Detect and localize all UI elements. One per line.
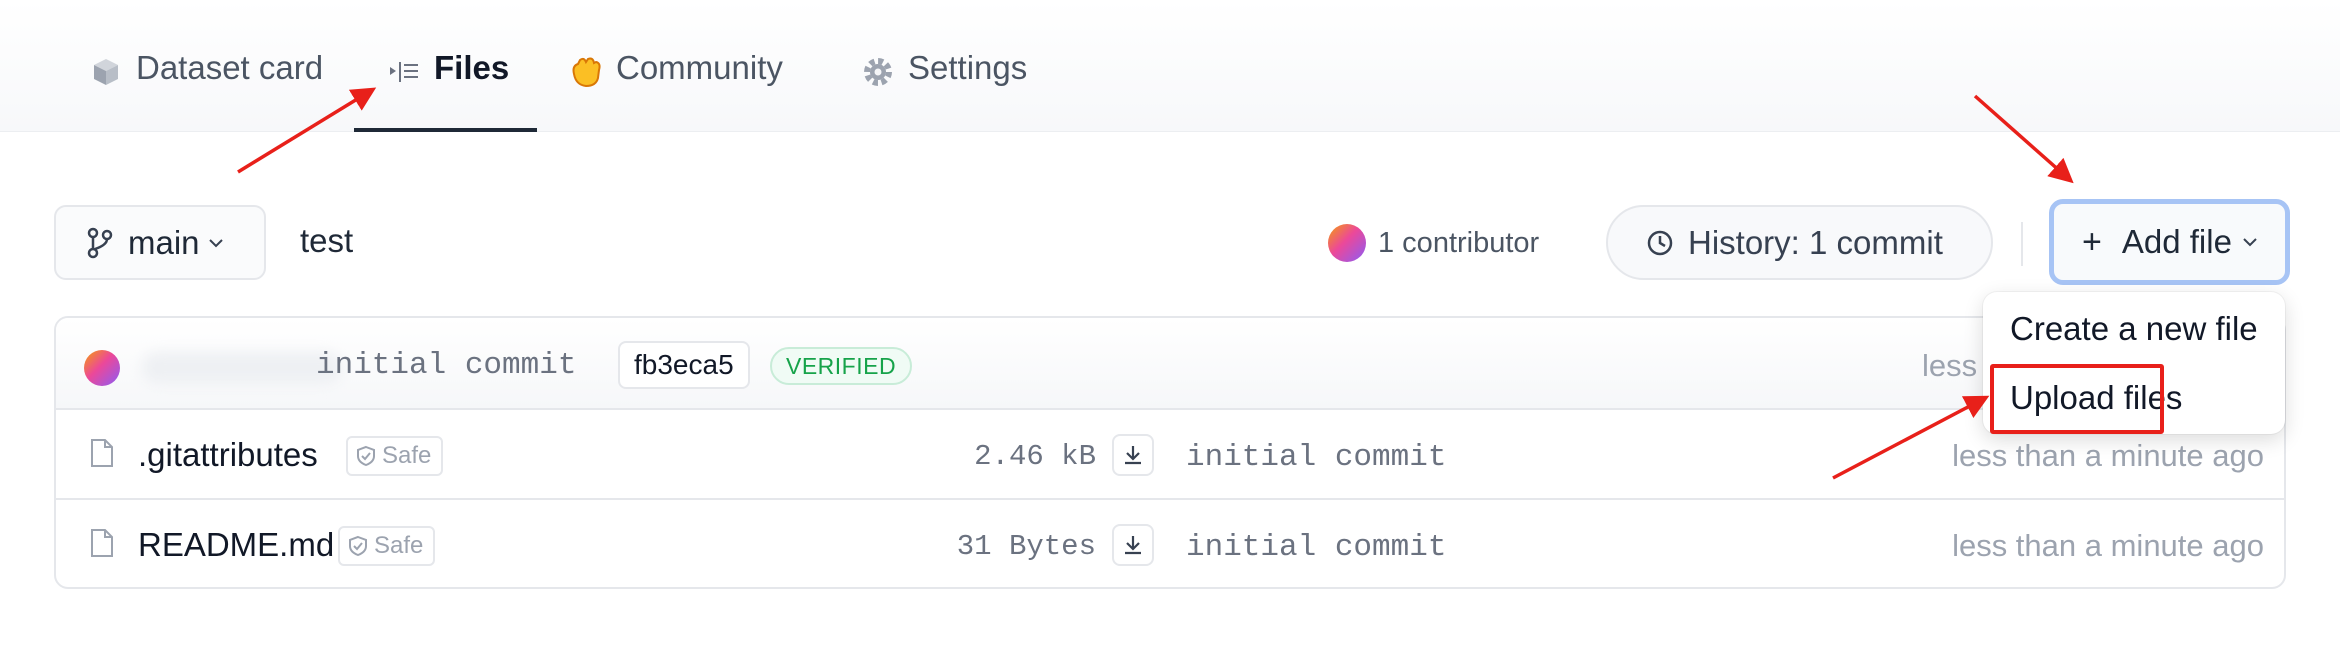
- author-name-redacted: [142, 352, 342, 384]
- add-file-label: Add file: [2121, 223, 2232, 260]
- add-file-button[interactable]: + Add file: [2049, 199, 2290, 285]
- tab-community[interactable]: Community: [568, 48, 783, 132]
- shield-check-icon: [357, 445, 375, 467]
- current-path[interactable]: test: [300, 222, 353, 260]
- file-commit-message[interactable]: initial commit: [1186, 440, 1446, 475]
- tab-dataset-card[interactable]: Dataset card: [88, 48, 323, 132]
- shield-check-icon: [349, 535, 367, 557]
- safe-badge[interactable]: Safe: [346, 436, 444, 476]
- commit-hash[interactable]: fb3eca5: [618, 341, 750, 389]
- safe-badge[interactable]: Safe: [338, 526, 436, 566]
- safe-label: Safe: [374, 532, 424, 559]
- verified-badge: VERIFIED: [770, 347, 913, 385]
- file-icon: [91, 529, 113, 557]
- table-row[interactable]: README.md Safe 31 Bytes initial commit l…: [56, 500, 2284, 587]
- file-time: less than a minute ago: [1952, 528, 2264, 563]
- repo-tab-bar: Dataset card Files Community Settings: [0, 0, 2340, 132]
- tab-settings[interactable]: Settings: [860, 48, 1027, 132]
- git-branch-icon: [87, 227, 113, 258]
- tab-files[interactable]: Files: [386, 48, 509, 132]
- file-time: less than a minute ago: [1952, 438, 2264, 473]
- menu-item-upload-files[interactable]: Upload files: [2010, 379, 2182, 417]
- file-size: 31 Bytes: [956, 530, 1096, 563]
- toolbar-divider: [2021, 222, 2023, 266]
- commit-time: less: [1922, 348, 1978, 383]
- menu-item-create-new-file[interactable]: Create a new file: [2010, 310, 2258, 348]
- branch-label: main: [128, 223, 200, 261]
- branch-selector-button[interactable]: main: [54, 205, 266, 280]
- chevron-down-icon: [2243, 238, 2257, 247]
- active-tab-indicator: [354, 128, 537, 132]
- download-icon: [1125, 536, 1141, 555]
- last-commit-row: initial commit fb3eca5 VERIFIED less: [56, 318, 2284, 410]
- tab-label: Files: [434, 49, 510, 86]
- safe-label: Safe: [382, 442, 432, 469]
- plus-icon: +: [2082, 222, 2102, 261]
- contributors-link[interactable]: 1 contributor: [1328, 224, 1539, 262]
- contributor-avatar: [1328, 224, 1366, 262]
- gear-icon: [864, 58, 892, 86]
- cube-icon: [94, 59, 118, 85]
- table-row[interactable]: .gitattributes Safe 2.46 kB initial comm…: [56, 410, 2284, 500]
- download-icon: [1125, 446, 1141, 465]
- commit-message[interactable]: initial commit: [316, 348, 576, 383]
- chevron-down-icon: [208, 238, 223, 247]
- hand-icon: [572, 57, 601, 88]
- tab-label: Settings: [908, 49, 1028, 86]
- download-button[interactable]: [1112, 524, 1154, 566]
- history-label: History: 1 commit: [1688, 223, 1943, 261]
- file-icon: [91, 439, 113, 467]
- history-button[interactable]: History: 1 commit: [1606, 205, 1993, 280]
- contributors-label: 1 contributor: [1378, 226, 1540, 259]
- tab-label: Dataset card: [136, 49, 324, 86]
- files-table: initial commit fb3eca5 VERIFIED less .gi…: [54, 316, 2286, 589]
- tab-label: Community: [616, 49, 783, 86]
- files-icon: [390, 62, 418, 82]
- download-button[interactable]: [1112, 434, 1154, 476]
- file-commit-message[interactable]: initial commit: [1186, 530, 1446, 565]
- file-name[interactable]: README.md: [138, 526, 334, 564]
- clock-icon: [1647, 230, 1673, 255]
- file-name[interactable]: .gitattributes: [138, 436, 318, 474]
- file-size: 2.46 kB: [974, 440, 1096, 473]
- author-avatar[interactable]: [84, 350, 120, 386]
- add-file-menu: Create a new file Upload files: [1983, 292, 2285, 434]
